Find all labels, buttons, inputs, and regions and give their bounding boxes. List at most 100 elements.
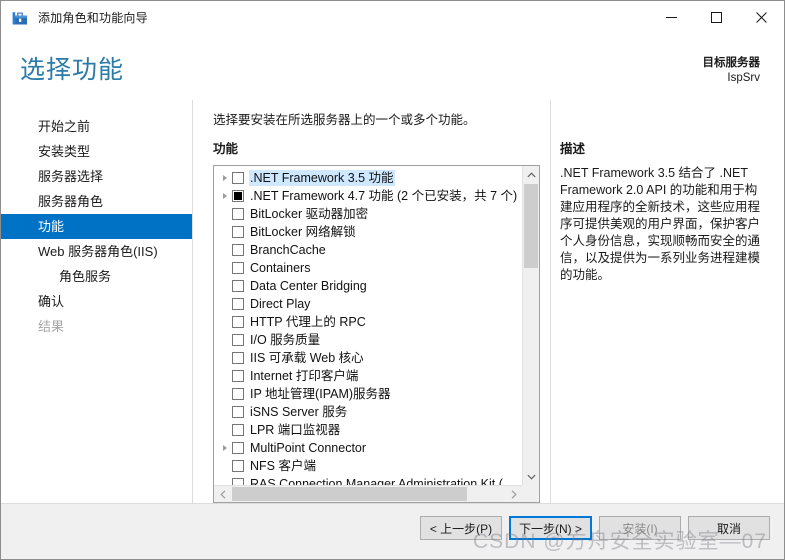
features-vertical-scrollbar[interactable] xyxy=(522,166,539,485)
description-body: .NET Framework 3.5 结合了 .NET Framework 2.… xyxy=(560,166,761,282)
feature-checkbox[interactable] xyxy=(232,280,244,292)
feature-label: BitLocker 驱动器加密 xyxy=(250,207,369,221)
feature-row[interactable]: Data Center Bridging xyxy=(214,277,522,295)
close-icon xyxy=(756,12,767,23)
maximize-icon xyxy=(711,12,722,23)
features-horizontal-scrollbar[interactable] xyxy=(214,485,522,502)
feature-row[interactable]: Internet 打印客户端 xyxy=(214,367,522,385)
feature-checkbox[interactable] xyxy=(232,334,244,346)
scroll-right-button[interactable] xyxy=(505,486,522,502)
cancel-button[interactable]: 取消 xyxy=(688,516,770,540)
chevron-down-icon xyxy=(526,474,536,480)
feature-checkbox[interactable] xyxy=(232,190,244,202)
sidebar-item-role-services[interactable]: 角色服务 xyxy=(1,264,192,289)
feature-label: .NET Framework 3.5 功能 xyxy=(250,171,394,185)
page-header: 选择功能 目标服务器 IspSrv xyxy=(1,34,784,100)
feature-row[interactable]: NFS 客户端 xyxy=(214,457,522,475)
feature-checkbox[interactable] xyxy=(232,316,244,328)
feature-label: LPR 端口监视器 xyxy=(250,423,341,437)
minimize-button[interactable] xyxy=(649,1,694,34)
feature-checkbox[interactable] xyxy=(232,406,244,418)
feature-label: IP 地址管理(IPAM)服务器 xyxy=(250,387,391,401)
scroll-up-button[interactable] xyxy=(523,166,539,183)
description-column: 描述 .NET Framework 3.5 结合了 .NET Framework… xyxy=(560,138,770,284)
feature-checkbox[interactable] xyxy=(232,172,244,184)
vertical-scroll-thumb[interactable] xyxy=(524,184,538,268)
sidebar-item-results: 结果 xyxy=(38,319,65,334)
expand-triangle-icon[interactable] xyxy=(218,175,232,181)
feature-row[interactable]: Direct Play xyxy=(214,295,522,313)
description-heading: 描述 xyxy=(560,142,586,156)
expand-triangle-icon[interactable] xyxy=(218,445,232,451)
previous-button[interactable]: < 上一步(P) xyxy=(419,516,502,540)
horizontal-scroll-thumb[interactable] xyxy=(232,487,467,501)
feature-checkbox[interactable] xyxy=(232,262,244,274)
feature-checkbox[interactable] xyxy=(232,460,244,472)
features-listbox[interactable]: .NET Framework 3.5 功能 .NET Framework 4.7 … xyxy=(213,165,540,503)
add-roles-and-features-wizard-window: 添加角色和功能向导 选择功能 目标服务器 IspSrv 开始之前 安装类型 服务… xyxy=(0,0,785,560)
feature-row[interactable]: .NET Framework 4.7 功能 (2 个已安装，共 7 个) xyxy=(214,187,522,205)
feature-checkbox[interactable] xyxy=(232,352,244,364)
sidebar-item-installation-type[interactable]: 安装类型 xyxy=(1,139,192,164)
feature-row[interactable]: BranchCache xyxy=(214,241,522,259)
feature-checkbox[interactable] xyxy=(232,244,244,256)
feature-row[interactable]: IIS 可承载 Web 核心 xyxy=(214,349,522,367)
sidebar-item-server-selection[interactable]: 服务器选择 xyxy=(1,164,192,189)
sidebar-item-web-server-role-iis[interactable]: Web 服务器角色(IIS) xyxy=(1,239,192,264)
column-divider xyxy=(550,100,551,503)
feature-label: Internet 打印客户端 xyxy=(250,369,359,383)
features-list: .NET Framework 3.5 功能 .NET Framework 4.7 … xyxy=(214,166,522,485)
feature-row[interactable]: MultiPoint Connector xyxy=(214,439,522,457)
feature-label: Containers xyxy=(250,261,311,275)
scroll-left-button[interactable] xyxy=(214,486,231,502)
feature-checkbox[interactable] xyxy=(232,370,244,382)
window-title: 添加角色和功能向导 xyxy=(38,11,148,25)
feature-row[interactable]: iSNS Server 服务 xyxy=(214,403,522,421)
next-button[interactable]: 下一步(N) > xyxy=(508,516,592,540)
maximize-button[interactable] xyxy=(694,1,739,34)
feature-checkbox[interactable] xyxy=(232,424,244,436)
feature-label: I/O 服务质量 xyxy=(250,333,321,347)
features-column: 功能 .NET Framework 3.5 功能 .NET Framework 4… xyxy=(213,138,540,503)
feature-checkbox[interactable] xyxy=(232,298,244,310)
features-heading: 功能 xyxy=(213,142,239,156)
target-server-label: 目标服务器 xyxy=(702,57,761,69)
page-title: 选择功能 xyxy=(20,56,125,84)
scrollbar-corner xyxy=(522,485,539,502)
feature-label: BitLocker 网络解锁 xyxy=(250,225,356,239)
feature-row[interactable]: HTTP 代理上的 RPC xyxy=(214,313,522,331)
sidebar-item-features[interactable]: 功能 xyxy=(1,214,192,239)
feature-row[interactable]: LPR 端口监视器 xyxy=(214,421,522,439)
wizard-buttons: < 上一步(P) 下一步(N) > 安装(I) 取消 xyxy=(419,516,770,540)
minimize-icon xyxy=(666,17,677,18)
wizard-toolbox-icon xyxy=(12,10,29,26)
feature-label: NFS 客户端 xyxy=(250,459,316,473)
instruction-text: 选择要安装在所选服务器上的一个或多个功能。 xyxy=(213,113,476,127)
title-bar: 添加角色和功能向导 xyxy=(1,1,784,34)
main-content: 选择要安装在所选服务器上的一个或多个功能。 功能 .NET Framework … xyxy=(194,100,784,503)
sidebar-item-server-roles[interactable]: 服务器角色 xyxy=(1,189,192,214)
feature-row[interactable]: BitLocker 网络解锁 xyxy=(214,223,522,241)
chevron-right-icon xyxy=(511,489,517,499)
sidebar-item-confirmation[interactable]: 确认 xyxy=(1,289,192,314)
feature-checkbox[interactable] xyxy=(232,478,244,485)
feature-label: Direct Play xyxy=(250,297,311,311)
feature-row[interactable]: IP 地址管理(IPAM)服务器 xyxy=(214,385,522,403)
feature-row[interactable]: BitLocker 驱动器加密 xyxy=(214,205,522,223)
close-button[interactable] xyxy=(739,1,784,34)
feature-checkbox[interactable] xyxy=(232,208,244,220)
install-button[interactable]: 安装(I) xyxy=(599,516,681,540)
feature-row[interactable]: I/O 服务质量 xyxy=(214,331,522,349)
feature-checkbox[interactable] xyxy=(232,388,244,400)
feature-label: BranchCache xyxy=(250,243,326,257)
feature-checkbox[interactable] xyxy=(232,226,244,238)
expand-triangle-icon[interactable] xyxy=(218,193,232,199)
feature-checkbox[interactable] xyxy=(232,442,244,454)
sidebar-item-before-you-begin[interactable]: 开始之前 xyxy=(1,114,192,139)
chevron-left-icon xyxy=(219,489,225,499)
feature-label: IIS 可承载 Web 核心 xyxy=(250,351,364,365)
feature-row[interactable]: .NET Framework 3.5 功能 xyxy=(214,169,522,187)
feature-row[interactable]: Containers xyxy=(214,259,522,277)
feature-row[interactable]: RAS Connection Manager Administration Ki… xyxy=(214,475,522,485)
scroll-down-button[interactable] xyxy=(523,468,539,485)
